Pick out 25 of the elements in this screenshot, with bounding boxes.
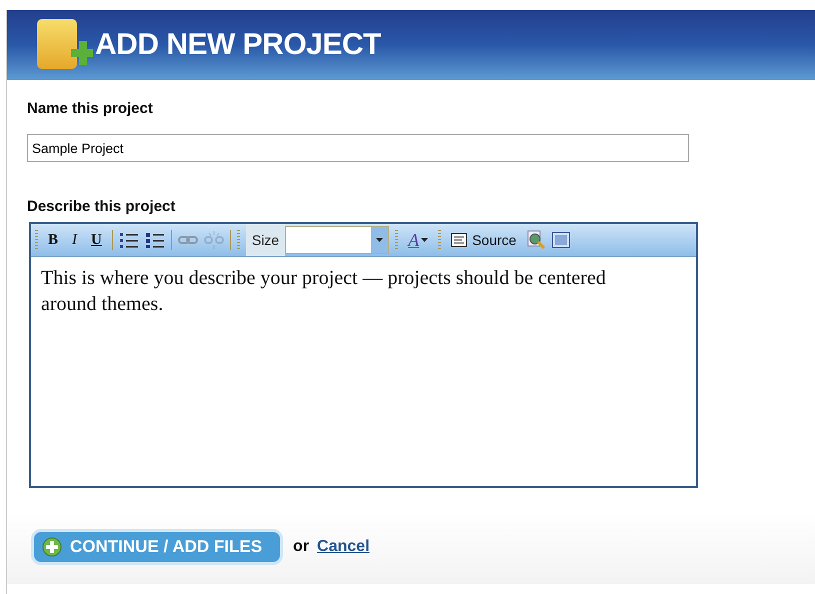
grip-icon [35,230,38,250]
bullet-list-icon[interactable] [144,231,165,249]
grip-icon [438,230,442,250]
plus-circle-icon [42,537,62,557]
caret-icon [376,238,384,242]
italic-button[interactable]: I [68,232,82,248]
field-label: Name this project [27,100,154,118]
font-color-button[interactable]: A [404,230,432,250]
caret-icon [421,238,428,242]
underline-button[interactable]: U [87,232,106,248]
description-text[interactable]: This is where you describe your project — projects should be centered around themes. [31,257,696,486]
source-button[interactable]: Source [447,232,520,248]
document-icon [451,233,468,247]
size-label: Size [246,224,286,256]
bold-button[interactable]: B [44,232,62,248]
field-label: Describe this project [27,198,176,216]
or-label: or [293,538,310,556]
grip-icon [395,230,398,250]
numbered-list-icon[interactable] [118,231,139,249]
cancel-link[interactable]: Cancel [317,538,370,556]
page-title: ADD NEW PROJECT [95,28,381,62]
grip-icon [236,230,240,250]
preview-icon[interactable] [526,230,546,250]
name-field[interactable]: Sample Project [27,134,689,162]
maximize-icon[interactable] [552,232,570,248]
